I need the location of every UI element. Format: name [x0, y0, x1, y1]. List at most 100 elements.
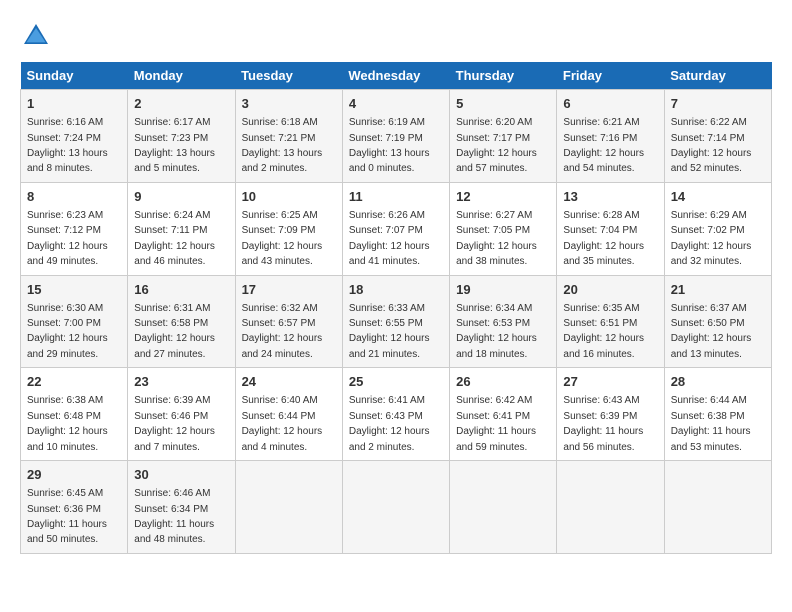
day-info: Sunrise: 6:18 AMSunset: 7:21 PMDaylight:… — [242, 117, 323, 174]
day-info: Sunrise: 6:16 AMSunset: 7:24 PMDaylight:… — [27, 117, 108, 174]
empty-cell — [342, 461, 449, 554]
calendar-day-1: 1 Sunrise: 6:16 AMSunset: 7:24 PMDaylight… — [21, 90, 128, 183]
calendar-day-28: 28 Sunrise: 6:44 AMSunset: 6:38 PMDayligh… — [664, 368, 771, 461]
empty-cell — [235, 461, 342, 554]
day-info: Sunrise: 6:30 AMSunset: 7:00 PMDaylight:… — [27, 303, 108, 360]
day-number: 9 — [134, 188, 228, 206]
column-header-tuesday: Tuesday — [235, 62, 342, 90]
day-number: 28 — [671, 373, 765, 391]
page-header — [20, 20, 772, 52]
day-number: 18 — [349, 281, 443, 299]
calendar-day-26: 26Sunrise: 6:42 AMSunset: 6:41 PMDayligh… — [450, 368, 557, 461]
day-info: Sunrise: 6:46 AMSunset: 6:34 PMDaylight:… — [134, 488, 214, 545]
calendar-body: 1 Sunrise: 6:16 AMSunset: 7:24 PMDaylight… — [21, 90, 772, 554]
day-number: 27 — [563, 373, 657, 391]
day-number: 5 — [456, 95, 550, 113]
calendar-day-3: 3 Sunrise: 6:18 AMSunset: 7:21 PMDaylight… — [235, 90, 342, 183]
day-number: 12 — [456, 188, 550, 206]
calendar-table: SundayMondayTuesdayWednesdayThursdayFrid… — [20, 62, 772, 554]
calendar-week-2: 8 Sunrise: 6:23 AMSunset: 7:12 PMDaylight… — [21, 182, 772, 275]
calendar-week-4: 22 Sunrise: 6:38 AMSunset: 6:48 PMDayligh… — [21, 368, 772, 461]
day-number: 23 — [134, 373, 228, 391]
calendar-day-25: 25 Sunrise: 6:41 AMSunset: 6:43 PMDayligh… — [342, 368, 449, 461]
day-info: Sunrise: 6:29 AMSunset: 7:02 PMDaylight:… — [671, 210, 752, 267]
calendar-day-10: 10 Sunrise: 6:25 AMSunset: 7:09 PMDayligh… — [235, 182, 342, 275]
day-info: Sunrise: 6:31 AMSunset: 6:58 PMDaylight:… — [134, 303, 215, 360]
calendar-day-9: 9 Sunrise: 6:24 AMSunset: 7:11 PMDaylight… — [128, 182, 235, 275]
day-info: Sunrise: 6:33 AMSunset: 6:55 PMDaylight:… — [349, 303, 430, 360]
calendar-day-7: 7 Sunrise: 6:22 AMSunset: 7:14 PMDaylight… — [664, 90, 771, 183]
day-info: Sunrise: 6:42 AMSunset: 6:41 PMDaylight:… — [456, 395, 536, 452]
column-header-monday: Monday — [128, 62, 235, 90]
calendar-week-3: 15 Sunrise: 6:30 AMSunset: 7:00 PMDayligh… — [21, 275, 772, 368]
day-info: Sunrise: 6:17 AMSunset: 7:23 PMDaylight:… — [134, 117, 215, 174]
calendar-day-11: 11Sunrise: 6:26 AMSunset: 7:07 PMDayligh… — [342, 182, 449, 275]
day-info: Sunrise: 6:40 AMSunset: 6:44 PMDaylight:… — [242, 395, 323, 452]
day-info: Sunrise: 6:32 AMSunset: 6:57 PMDaylight:… — [242, 303, 323, 360]
empty-cell — [450, 461, 557, 554]
calendar-day-23: 23 Sunrise: 6:39 AMSunset: 6:46 PMDayligh… — [128, 368, 235, 461]
day-info: Sunrise: 6:21 AMSunset: 7:16 PMDaylight:… — [563, 117, 644, 174]
logo-icon — [20, 20, 52, 52]
day-number: 6 — [563, 95, 657, 113]
calendar-day-5: 5 Sunrise: 6:20 AMSunset: 7:17 PMDaylight… — [450, 90, 557, 183]
day-number: 7 — [671, 95, 765, 113]
logo — [20, 20, 56, 52]
calendar-day-14: 14 Sunrise: 6:29 AMSunset: 7:02 PMDayligh… — [664, 182, 771, 275]
day-number: 8 — [27, 188, 121, 206]
calendar-day-8: 8 Sunrise: 6:23 AMSunset: 7:12 PMDaylight… — [21, 182, 128, 275]
day-info: Sunrise: 6:23 AMSunset: 7:12 PMDaylight:… — [27, 210, 108, 267]
day-number: 24 — [242, 373, 336, 391]
day-info: Sunrise: 6:45 AMSunset: 6:36 PMDaylight:… — [27, 488, 107, 545]
day-info: Sunrise: 6:24 AMSunset: 7:11 PMDaylight:… — [134, 210, 215, 267]
calendar-day-30: 30 Sunrise: 6:46 AMSunset: 6:34 PMDayligh… — [128, 461, 235, 554]
calendar-day-6: 6 Sunrise: 6:21 AMSunset: 7:16 PMDaylight… — [557, 90, 664, 183]
calendar-header-row: SundayMondayTuesdayWednesdayThursdayFrid… — [21, 62, 772, 90]
day-info: Sunrise: 6:20 AMSunset: 7:17 PMDaylight:… — [456, 117, 537, 174]
day-info: Sunrise: 6:19 AMSunset: 7:19 PMDaylight:… — [349, 117, 430, 174]
day-info: Sunrise: 6:38 AMSunset: 6:48 PMDaylight:… — [27, 395, 108, 452]
calendar-day-15: 15 Sunrise: 6:30 AMSunset: 7:00 PMDayligh… — [21, 275, 128, 368]
day-number: 20 — [563, 281, 657, 299]
day-info: Sunrise: 6:35 AMSunset: 6:51 PMDaylight:… — [563, 303, 644, 360]
day-number: 3 — [242, 95, 336, 113]
day-number: 19 — [456, 281, 550, 299]
calendar-day-24: 24 Sunrise: 6:40 AMSunset: 6:44 PMDayligh… — [235, 368, 342, 461]
day-number: 15 — [27, 281, 121, 299]
day-info: Sunrise: 6:27 AMSunset: 7:05 PMDaylight:… — [456, 210, 537, 267]
day-info: Sunrise: 6:25 AMSunset: 7:09 PMDaylight:… — [242, 210, 323, 267]
day-info: Sunrise: 6:28 AMSunset: 7:04 PMDaylight:… — [563, 210, 644, 267]
day-number: 10 — [242, 188, 336, 206]
calendar-week-5: 29 Sunrise: 6:45 AMSunset: 6:36 PMDayligh… — [21, 461, 772, 554]
calendar-day-22: 22 Sunrise: 6:38 AMSunset: 6:48 PMDayligh… — [21, 368, 128, 461]
day-number: 22 — [27, 373, 121, 391]
day-info: Sunrise: 6:41 AMSunset: 6:43 PMDaylight:… — [349, 395, 430, 452]
day-number: 2 — [134, 95, 228, 113]
calendar-day-12: 12 Sunrise: 6:27 AMSunset: 7:05 PMDayligh… — [450, 182, 557, 275]
day-info: Sunrise: 6:43 AMSunset: 6:39 PMDaylight:… — [563, 395, 643, 452]
column-header-saturday: Saturday — [664, 62, 771, 90]
day-number: 11 — [349, 188, 443, 206]
column-header-thursday: Thursday — [450, 62, 557, 90]
day-info: Sunrise: 6:44 AMSunset: 6:38 PMDaylight:… — [671, 395, 751, 452]
day-number: 4 — [349, 95, 443, 113]
day-number: 21 — [671, 281, 765, 299]
empty-cell — [557, 461, 664, 554]
column-header-sunday: Sunday — [21, 62, 128, 90]
day-number: 30 — [134, 466, 228, 484]
empty-cell — [664, 461, 771, 554]
calendar-day-4: 4 Sunrise: 6:19 AMSunset: 7:19 PMDaylight… — [342, 90, 449, 183]
day-number: 16 — [134, 281, 228, 299]
calendar-day-19: 19Sunrise: 6:34 AMSunset: 6:53 PMDayligh… — [450, 275, 557, 368]
calendar-day-27: 27 Sunrise: 6:43 AMSunset: 6:39 PMDayligh… — [557, 368, 664, 461]
column-header-wednesday: Wednesday — [342, 62, 449, 90]
day-info: Sunrise: 6:22 AMSunset: 7:14 PMDaylight:… — [671, 117, 752, 174]
day-number: 29 — [27, 466, 121, 484]
calendar-day-17: 17Sunrise: 6:32 AMSunset: 6:57 PMDayligh… — [235, 275, 342, 368]
day-info: Sunrise: 6:39 AMSunset: 6:46 PMDaylight:… — [134, 395, 215, 452]
day-number: 1 — [27, 95, 121, 113]
day-number: 13 — [563, 188, 657, 206]
calendar-day-13: 13 Sunrise: 6:28 AMSunset: 7:04 PMDayligh… — [557, 182, 664, 275]
day-number: 25 — [349, 373, 443, 391]
day-number: 14 — [671, 188, 765, 206]
